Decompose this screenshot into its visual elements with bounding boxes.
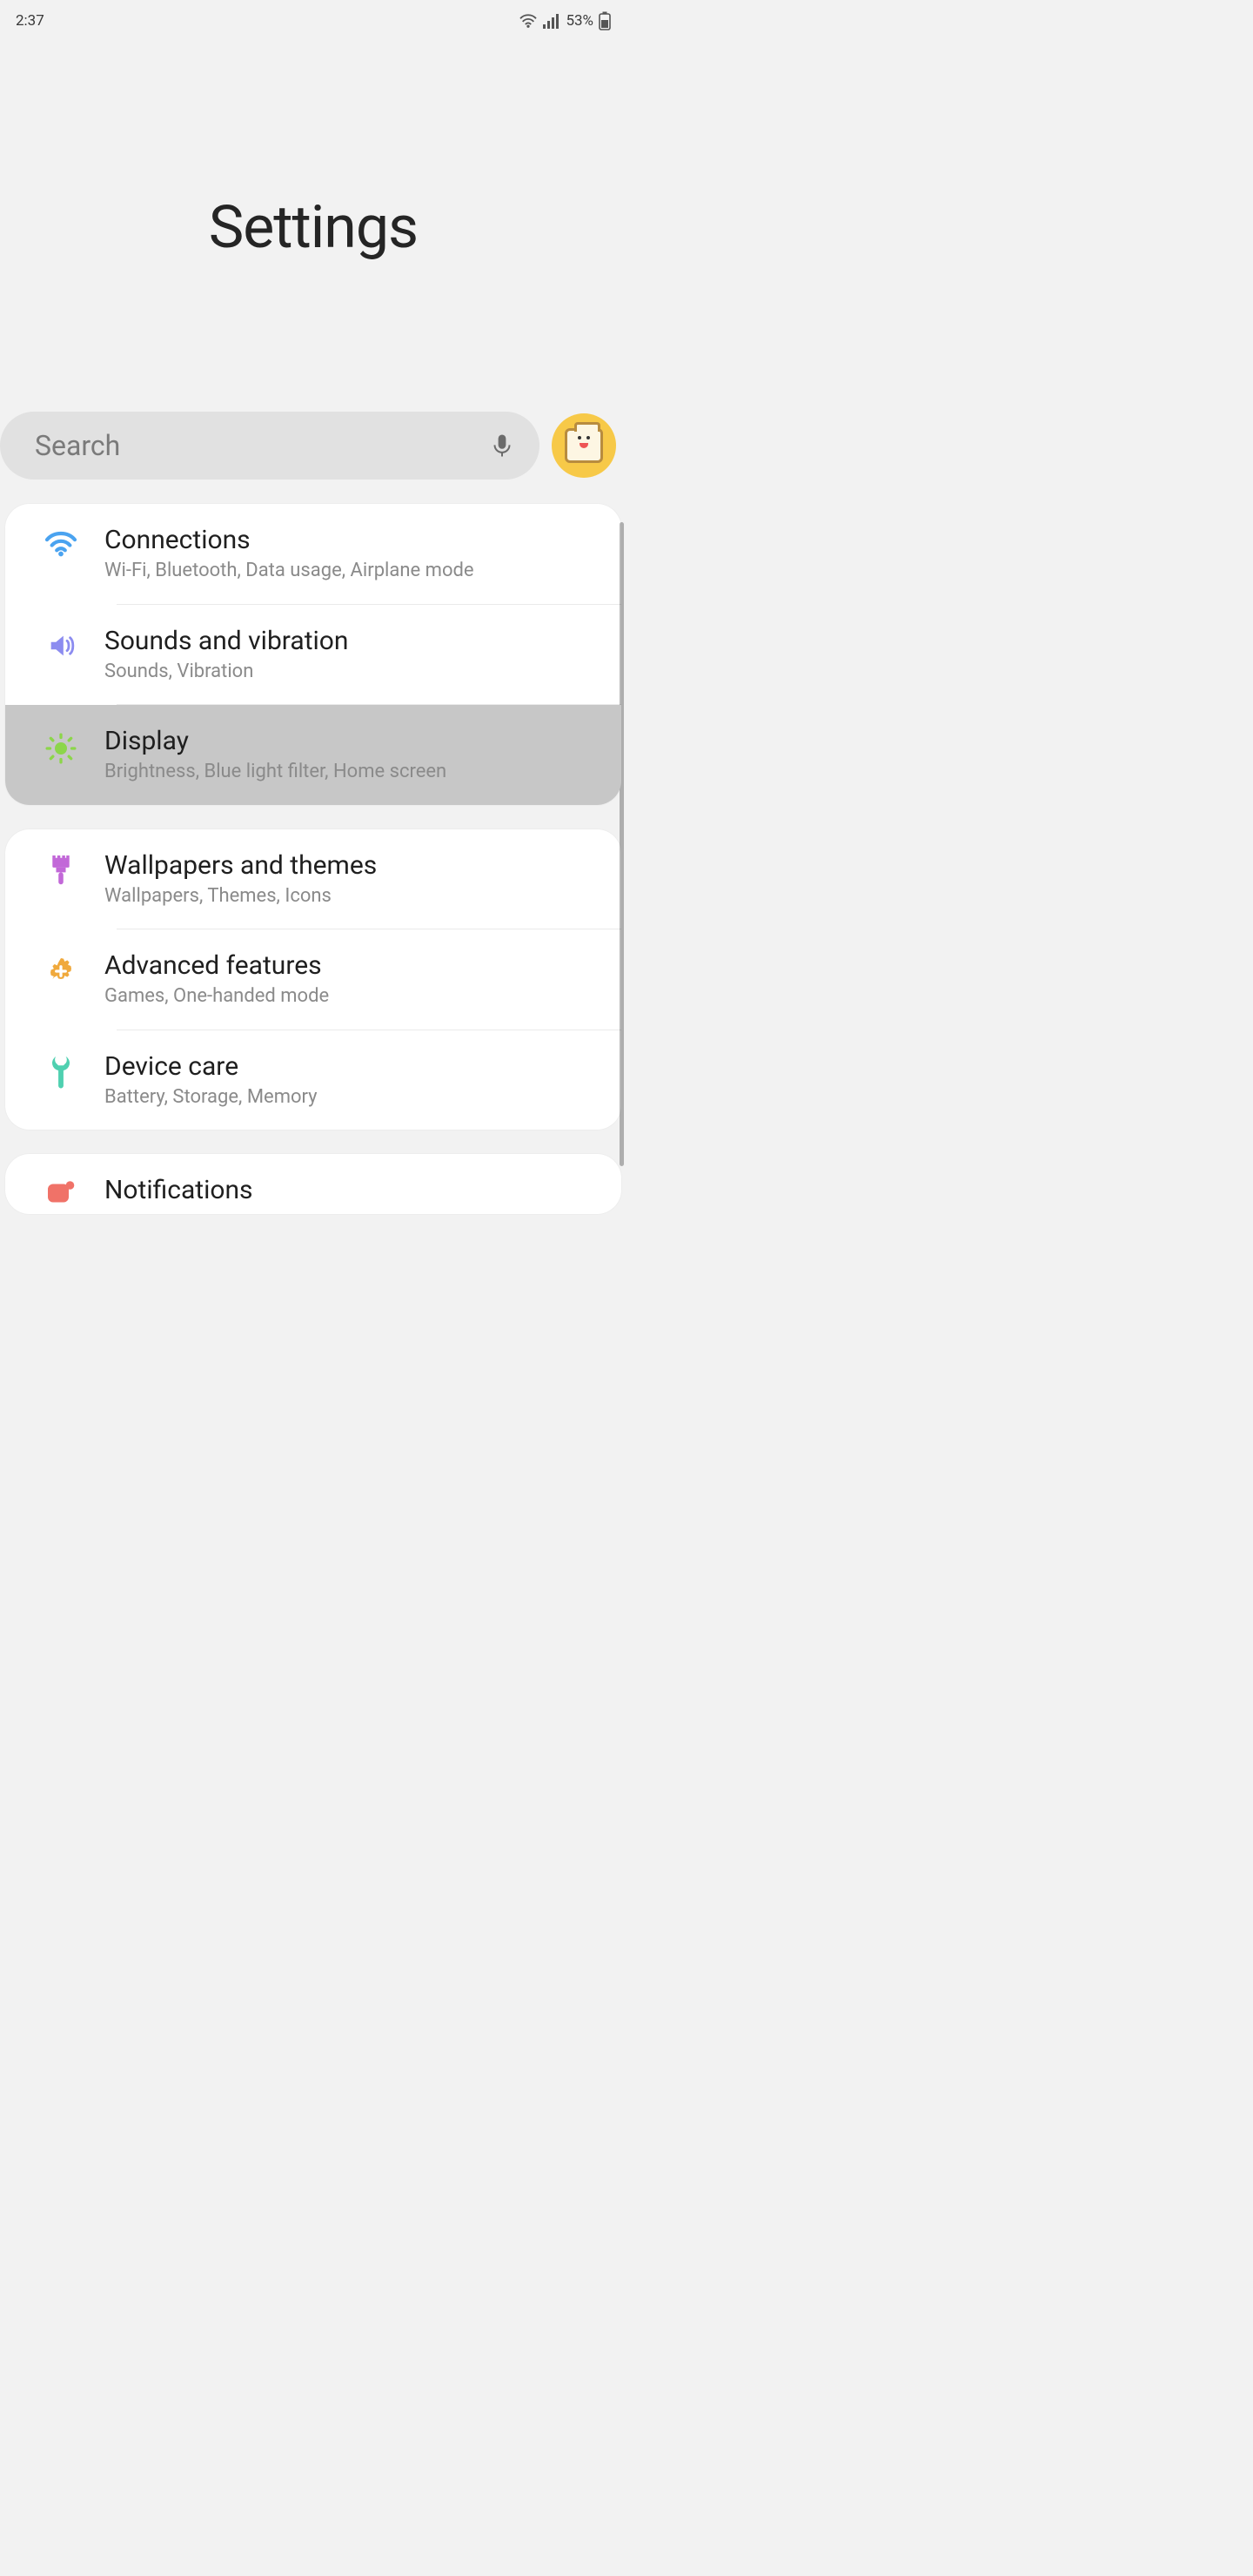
row-subtitle: Wi-Fi, Bluetooth, Data usage, Airplane m…: [104, 559, 595, 583]
search-row: [0, 412, 626, 480]
hero: Settings: [0, 42, 626, 412]
row-subtitle: Games, One-handed mode: [104, 984, 595, 1009]
row-display[interactable]: Display Brightness, Blue light filter, H…: [5, 705, 621, 805]
row-subtitle: Battery, Storage, Memory: [104, 1085, 595, 1110]
status-bar: 2:37 53%: [0, 0, 626, 42]
brush-icon: [17, 850, 104, 887]
settings-group-3: Notifications: [5, 1154, 621, 1214]
row-title: Wallpapers and themes: [104, 850, 595, 881]
signal-icon: [543, 13, 560, 29]
wifi-icon: [519, 13, 538, 29]
gear-icon: [17, 950, 104, 987]
row-devicecare[interactable]: Device care Battery, Storage, Memory: [5, 1030, 621, 1130]
row-subtitle: Wallpapers, Themes, Icons: [104, 884, 595, 909]
row-title: Sounds and vibration: [104, 626, 595, 656]
row-advanced[interactable]: Advanced features Games, One-handed mode: [5, 929, 621, 1030]
status-time: 2:37: [16, 12, 44, 30]
wrench-icon: [17, 1051, 104, 1090]
row-title: Connections: [104, 525, 595, 555]
battery-icon: [599, 11, 611, 30]
settings-screen: 2:37 53% Settings Connecti: [0, 0, 626, 1288]
settings-group-2: Wallpapers and themes Wallpapers, Themes…: [5, 829, 621, 1130]
row-subtitle: Sounds, Vibration: [104, 660, 595, 684]
row-subtitle: Brightness, Blue light filter, Home scre…: [104, 760, 595, 784]
row-wallpapers[interactable]: Wallpapers and themes Wallpapers, Themes…: [5, 829, 621, 929]
search-input[interactable]: [35, 429, 489, 462]
wifi-icon: [17, 525, 104, 558]
row-notifications[interactable]: Notifications: [5, 1154, 621, 1214]
notification-icon: [17, 1175, 104, 1206]
speaker-icon: [17, 626, 104, 661]
mic-icon[interactable]: [489, 433, 515, 459]
battery-percent: 53%: [566, 12, 593, 30]
row-title: Advanced features: [104, 950, 595, 981]
status-icons: 53%: [519, 11, 611, 30]
page-title: Settings: [209, 192, 418, 262]
search-bar[interactable]: [0, 412, 539, 480]
settings-group-1: Connections Wi-Fi, Bluetooth, Data usage…: [5, 504, 621, 805]
row-sounds[interactable]: Sounds and vibration Sounds, Vibration: [5, 605, 621, 705]
brightness-icon: [17, 726, 104, 766]
profile-avatar[interactable]: [552, 413, 616, 478]
row-title: Notifications: [104, 1175, 595, 1205]
row-title: Device care: [104, 1051, 595, 1082]
row-connections[interactable]: Connections Wi-Fi, Bluetooth, Data usage…: [5, 504, 621, 604]
row-title: Display: [104, 726, 595, 756]
